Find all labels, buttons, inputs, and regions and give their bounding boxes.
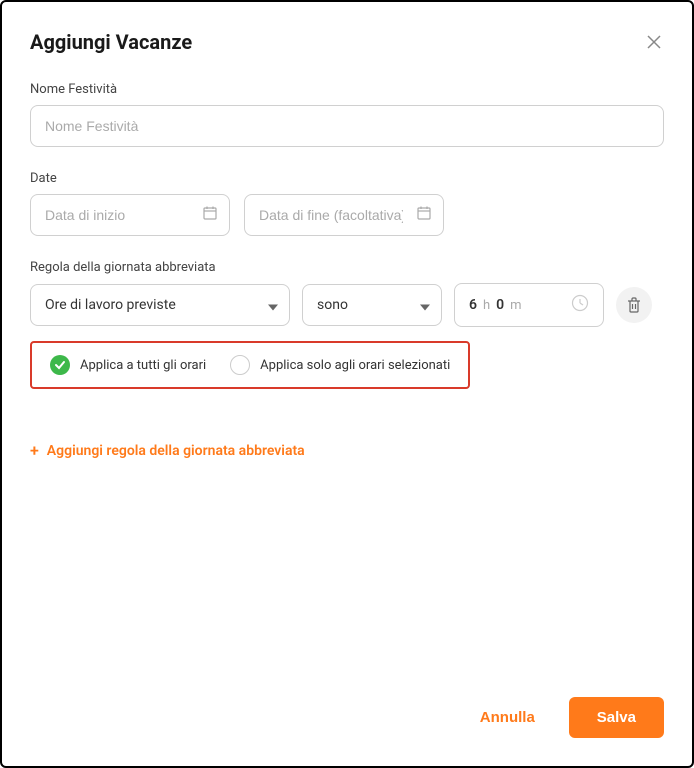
add-rule-label: Aggiungi regola della giornata abbreviat… — [47, 443, 305, 459]
radio-unchecked-icon — [230, 355, 250, 375]
add-holidays-modal: Aggiungi Vacanze Nome Festività Date — [0, 0, 694, 768]
check-icon — [54, 360, 66, 370]
date-field: Date — [30, 171, 664, 236]
trash-icon — [627, 297, 641, 313]
holiday-name-field: Nome Festività — [30, 82, 664, 147]
time-input[interactable]: 6 h 0 m — [454, 283, 604, 327]
end-date-input[interactable] — [244, 194, 444, 236]
apply-all-label: Applica a tutti gli orari — [80, 358, 206, 373]
rule-operator-select[interactable]: sono — [302, 284, 442, 326]
minutes-unit: m — [510, 298, 521, 313]
close-button[interactable] — [644, 32, 664, 52]
close-icon — [646, 34, 662, 50]
modal-title: Aggiungi Vacanze — [30, 30, 192, 54]
start-date-input[interactable] — [30, 194, 230, 236]
modal-footer: Annulla Salva — [30, 697, 664, 738]
date-row — [30, 194, 664, 236]
clock-icon — [571, 294, 589, 316]
save-button[interactable]: Salva — [569, 697, 664, 738]
rule-type-value: Ore di lavoro previste — [45, 297, 176, 313]
rule-type-select-wrap: Ore di lavoro previste — [30, 284, 290, 326]
plus-icon: + — [30, 441, 39, 460]
start-date-wrap — [30, 194, 230, 236]
hours-value: 6 — [469, 297, 477, 313]
add-rule-button[interactable]: + Aggiungi regola della giornata abbrevi… — [30, 441, 664, 460]
modal-header: Aggiungi Vacanze — [30, 30, 664, 54]
end-date-wrap — [244, 194, 444, 236]
cancel-button[interactable]: Annulla — [456, 697, 559, 738]
delete-rule-button[interactable] — [616, 287, 652, 323]
apply-all-option[interactable]: Applica a tutti gli orari — [50, 355, 206, 375]
rule-operator-value: sono — [317, 297, 348, 313]
apply-selected-label: Applica solo agli orari selezionati — [260, 358, 450, 373]
rule-operator-select-wrap: sono — [302, 284, 442, 326]
apply-selected-option[interactable]: Applica solo agli orari selezionati — [230, 355, 450, 375]
date-label: Date — [30, 171, 664, 186]
rule-field: Regola della giornata abbreviata Ore di … — [30, 260, 664, 389]
radio-checked-icon — [50, 355, 70, 375]
holiday-name-input[interactable] — [30, 105, 664, 147]
holiday-name-label: Nome Festività — [30, 82, 664, 97]
rule-label: Regola della giornata abbreviata — [30, 260, 664, 275]
minutes-value: 0 — [496, 297, 504, 313]
hours-unit: h — [483, 298, 490, 313]
apply-options-group: Applica a tutti gli orari Applica solo a… — [30, 341, 470, 389]
rule-row: Ore di lavoro previste sono — [30, 283, 664, 327]
rule-type-select[interactable]: Ore di lavoro previste — [30, 284, 290, 326]
